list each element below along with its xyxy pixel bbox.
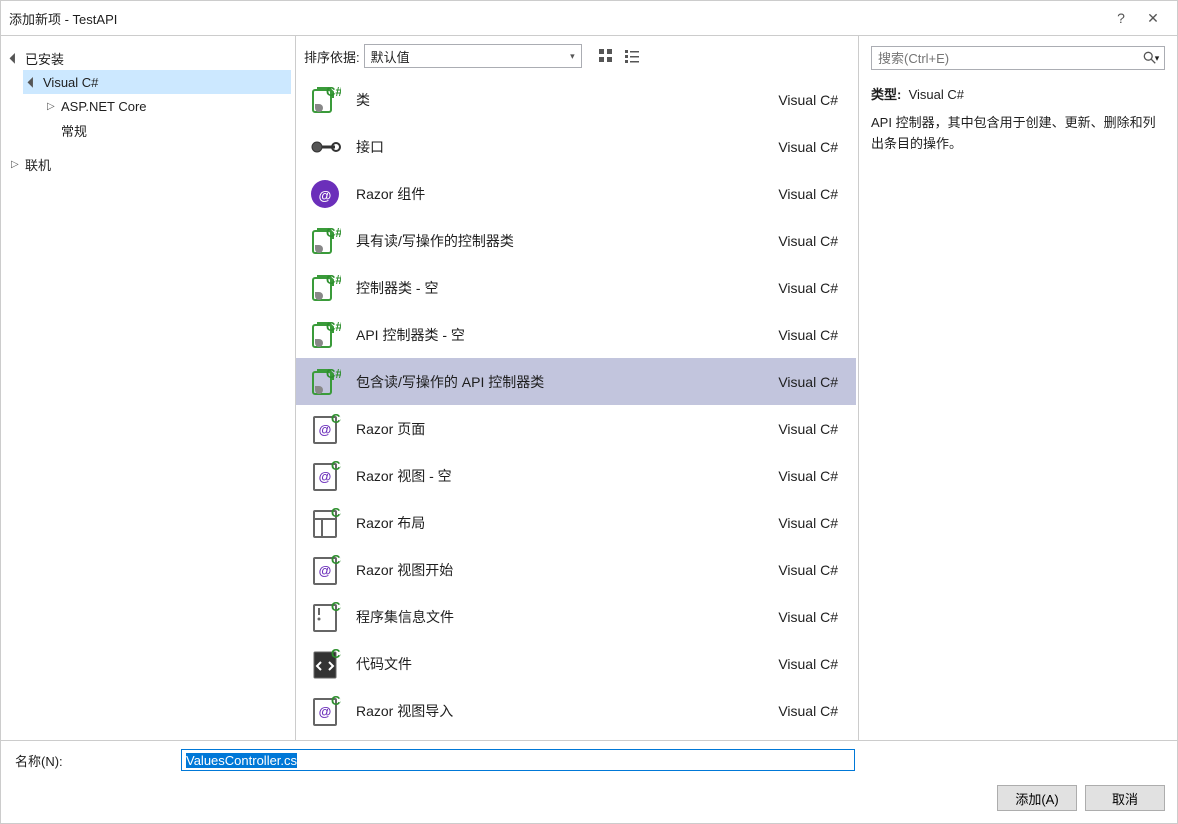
template-label: Razor 布局 [356, 513, 778, 533]
tree-online[interactable]: 联机 [5, 152, 291, 176]
razor-page-icon [306, 551, 344, 589]
template-lang: Visual C# [778, 280, 846, 296]
razor-page-icon [306, 457, 344, 495]
template-label: 类 [356, 90, 778, 110]
list-view-button[interactable] [620, 45, 644, 67]
template-item[interactable]: Razor 组件Visual C# [296, 170, 856, 217]
template-lang: Visual C# [778, 656, 846, 672]
template-label: 具有读/写操作的控制器类 [356, 231, 778, 251]
template-label: Razor 页面 [356, 419, 778, 439]
template-item[interactable]: 代码文件Visual C# [296, 640, 856, 687]
template-lang: Visual C# [778, 468, 846, 484]
razor-component-icon [306, 175, 344, 213]
tree-visual-csharp[interactable]: Visual C# [23, 70, 291, 94]
template-label: 接口 [356, 137, 778, 157]
template-item[interactable]: Razor 页面Visual C# [296, 405, 856, 452]
template-item[interactable]: 类Visual C# [296, 76, 856, 123]
tree-installed[interactable]: 已安装 [5, 46, 291, 70]
template-lang: Visual C# [778, 421, 846, 437]
assembly-info-icon [306, 598, 344, 636]
template-lang: Visual C# [778, 703, 846, 719]
detail-type-value: Visual C# [909, 87, 964, 102]
template-list[interactable]: 类Visual C#接口Visual C#Razor 组件Visual C#具有… [296, 76, 858, 740]
add-button[interactable]: 添加(A) [997, 785, 1077, 811]
titlebar: 添加新项 - TestAPI ? ✕ [1, 1, 1177, 36]
detail-panel: ▾ 类型: Visual C# API 控制器，其中包含用于创建、更新、删除和列… [859, 36, 1177, 740]
template-item[interactable]: Razor 布局Visual C# [296, 499, 856, 546]
razor-page-icon [306, 692, 344, 730]
window-title: 添加新项 - TestAPI [9, 9, 1105, 28]
template-item[interactable]: 程序集信息文件Visual C# [296, 593, 856, 640]
tree-label: 联机 [25, 155, 51, 174]
caret-icon [11, 159, 25, 170]
sort-label: 排序依据: [304, 47, 360, 66]
grid-view-button[interactable] [594, 45, 618, 67]
controller-icon [306, 363, 344, 401]
template-lang: Visual C# [778, 139, 846, 155]
sort-dropdown[interactable]: 默认值 ▾ [364, 44, 582, 68]
tree-label: 已安装 [25, 49, 64, 68]
chevron-down-icon: ▾ [570, 51, 575, 62]
controller-icon [306, 222, 344, 260]
template-lang: Visual C# [778, 92, 846, 108]
template-item[interactable]: Razor 视图导入Visual C# [296, 687, 856, 734]
tree-general[interactable]: 常规 [41, 118, 291, 142]
code-file-icon [306, 645, 344, 683]
controller-icon [306, 316, 344, 354]
template-lang: Visual C# [778, 609, 846, 625]
footer: 名称(N): 添加(A) 取消 [1, 740, 1177, 823]
search-box: ▾ [871, 46, 1165, 70]
close-button[interactable]: ✕ [1137, 10, 1169, 27]
caret-icon [29, 77, 43, 88]
template-item[interactable]: API 控制器类 - 空Visual C# [296, 311, 856, 358]
template-label: 代码文件 [356, 654, 778, 674]
template-item[interactable]: 具有读/写操作的控制器类Visual C# [296, 217, 856, 264]
razor-layout-icon [306, 504, 344, 542]
template-lang: Visual C# [778, 327, 846, 343]
template-lang: Visual C# [778, 374, 846, 390]
template-panel: 排序依据: 默认值 ▾ 类Visual C#接口Visual C#Razor 组… [296, 36, 859, 740]
template-lang: Visual C# [778, 562, 846, 578]
template-label: 包含读/写操作的 API 控制器类 [356, 372, 778, 392]
template-lang: Visual C# [778, 186, 846, 202]
tree-label: ASP.NET Core [61, 99, 147, 114]
sort-value: 默认值 [371, 47, 410, 66]
category-tree: 已安装 Visual C# ASP.NET Core 常规 联机 [1, 36, 296, 740]
search-button[interactable]: ▾ [1138, 47, 1164, 69]
help-button[interactable]: ? [1105, 10, 1137, 26]
sort-header: 排序依据: 默认值 ▾ [296, 36, 858, 76]
tree-label: Visual C# [43, 75, 98, 90]
tree-label: 常规 [61, 121, 87, 140]
template-label: 程序集信息文件 [356, 607, 778, 627]
template-label: 控制器类 - 空 [356, 278, 778, 298]
detail-description: API 控制器，其中包含用于创建、更新、删除和列出条目的操作。 [871, 113, 1165, 155]
template-item[interactable]: 接口Visual C# [296, 123, 856, 170]
name-input[interactable] [181, 749, 855, 771]
tree-aspnet-core[interactable]: ASP.NET Core [41, 94, 291, 118]
detail-type: 类型: Visual C# [871, 84, 1165, 103]
caret-icon [47, 101, 61, 112]
template-item[interactable]: Razor 视图开始Visual C# [296, 546, 856, 593]
template-label: Razor 视图导入 [356, 701, 778, 721]
template-lang: Visual C# [778, 515, 846, 531]
search-input[interactable] [872, 47, 1138, 69]
class-icon [306, 81, 344, 119]
template-lang: Visual C# [778, 233, 846, 249]
cancel-button[interactable]: 取消 [1085, 785, 1165, 811]
template-item[interactable]: 包含读/写操作的 API 控制器类Visual C# [296, 358, 856, 405]
template-item[interactable]: Razor 视图 - 空Visual C# [296, 452, 856, 499]
detail-type-label: 类型: [871, 87, 901, 102]
template-item[interactable]: 控制器类 - 空Visual C# [296, 264, 856, 311]
caret-icon [11, 53, 25, 64]
name-label: 名称(N): [11, 751, 171, 770]
template-label: Razor 视图开始 [356, 560, 778, 580]
template-label: Razor 视图 - 空 [356, 466, 778, 486]
name-row: 名称(N): [11, 749, 1167, 771]
controller-icon [306, 269, 344, 307]
template-label: API 控制器类 - 空 [356, 325, 778, 345]
razor-page-icon [306, 410, 344, 448]
interface-icon [306, 128, 344, 166]
template-label: Razor 组件 [356, 184, 778, 204]
